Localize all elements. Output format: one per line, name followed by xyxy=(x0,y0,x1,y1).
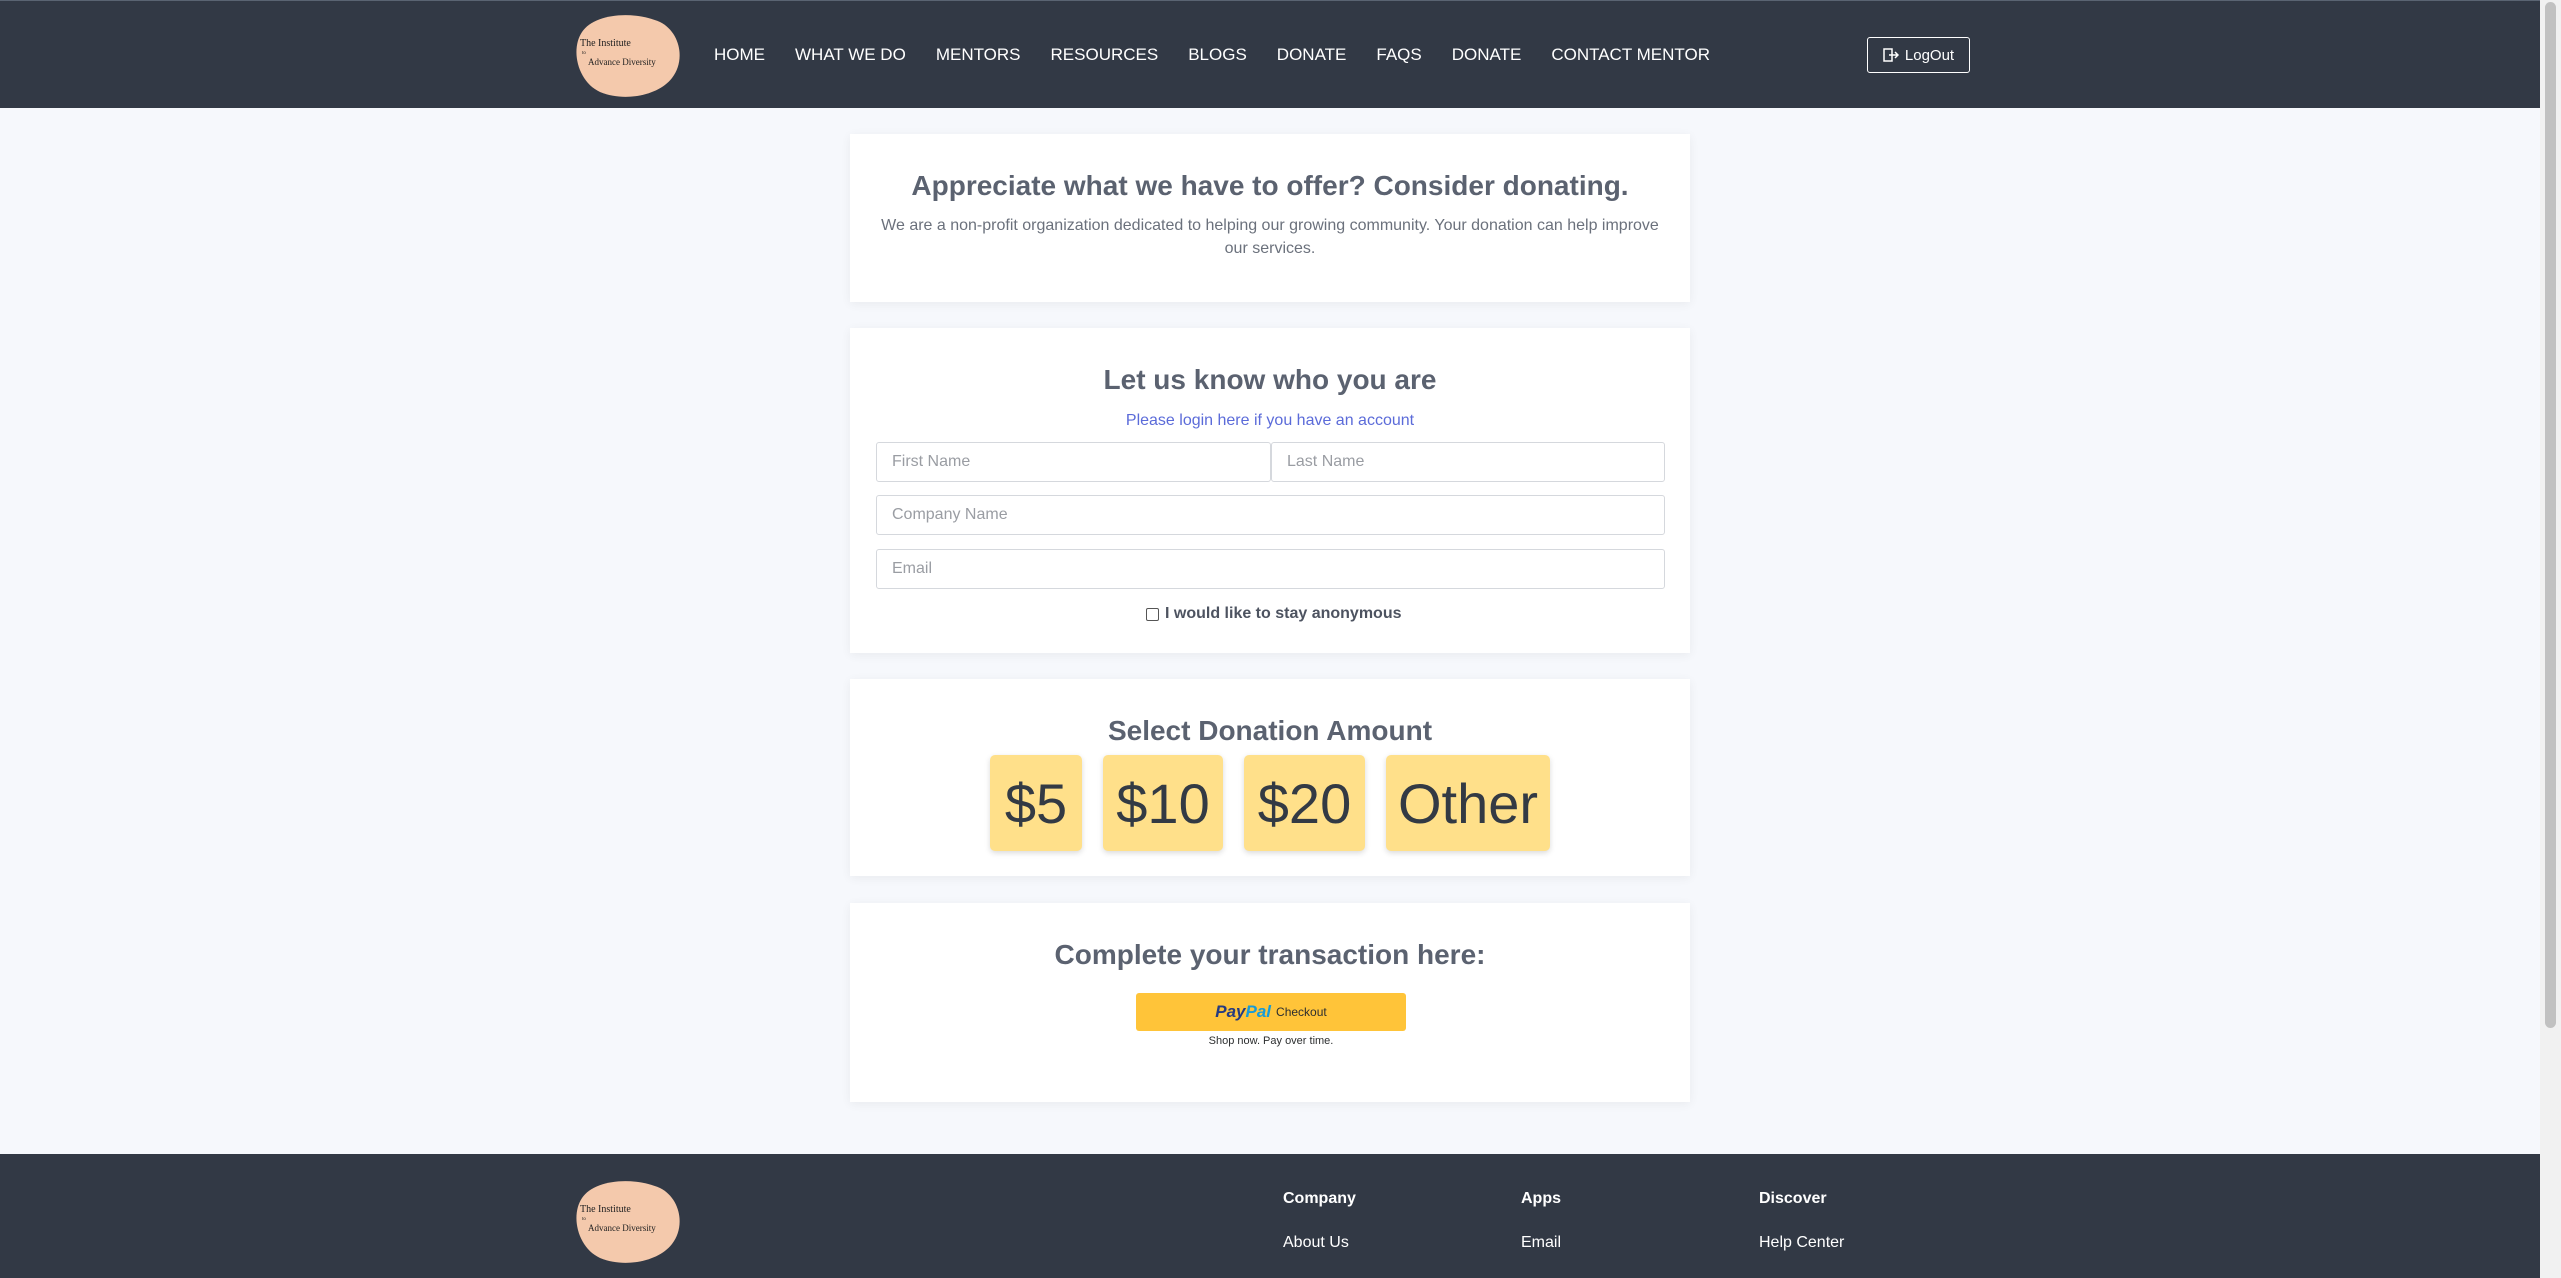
nav-what-we-do[interactable]: WHAT WE DO xyxy=(795,45,906,65)
logout-icon xyxy=(1883,48,1899,62)
footer-link-email[interactable]: Email xyxy=(1521,1234,1561,1252)
site-footer: The Institute to Advance Diversity Compa… xyxy=(0,1154,2540,1278)
transaction-card: Complete your transaction here: PayPal C… xyxy=(850,903,1690,1102)
main-nav: HOME WHAT WE DO MENTORS RESOURCES BLOGS … xyxy=(714,1,1740,109)
company-name-field[interactable] xyxy=(876,495,1665,535)
footer-heading-company: Company xyxy=(1283,1190,1356,1207)
scrollbar-thumb[interactable] xyxy=(2545,2,2556,1028)
logo-text-line1: The Institute xyxy=(580,38,631,49)
nav-mentors[interactable]: MENTORS xyxy=(936,45,1021,65)
logo[interactable]: The Institute to Advance Diversity xyxy=(572,12,684,98)
logout-button[interactable]: LogOut xyxy=(1867,37,1970,73)
nav-contact-mentor[interactable]: CONTACT MENTOR xyxy=(1551,45,1710,65)
nav-home[interactable]: HOME xyxy=(714,45,765,65)
amount-options: $5 $10 $20 Other xyxy=(850,755,1690,851)
paypal-checkout-label: Checkout xyxy=(1276,1005,1327,1019)
amount-10-button[interactable]: $10 xyxy=(1103,755,1223,851)
email-field[interactable] xyxy=(876,549,1665,589)
donation-amount-title: Select Donation Amount xyxy=(1107,715,1433,746)
amount-20-button[interactable]: $20 xyxy=(1244,755,1365,851)
donation-intro-card: Appreciate what we have to offer? Consid… xyxy=(850,134,1690,302)
amount-5-button[interactable]: $5 xyxy=(990,755,1082,851)
footer-logo[interactable]: The Institute to Advance Diversity xyxy=(572,1178,684,1264)
intro-text: We are a non-profit organization dedicat… xyxy=(881,217,1659,257)
last-name-field[interactable] xyxy=(1271,442,1665,482)
donation-amount-card: Select Donation Amount $5 $10 $20 Other xyxy=(850,679,1690,876)
identity-card: Let us know who you are Please login her… xyxy=(850,328,1690,653)
site-header: The Institute to Advance Diversity HOME … xyxy=(0,0,2540,108)
paypal-logo: PayPal xyxy=(1215,1002,1272,1021)
nav-faqs[interactable]: FAQS xyxy=(1376,45,1421,65)
anonymous-option: I would like to stay anonymous xyxy=(1146,605,1401,623)
page-scrollbar[interactable] xyxy=(2540,0,2561,1278)
logo-text-line3: Advance Diversity xyxy=(588,57,656,67)
footer-logo-text-line3: Advance Diversity xyxy=(588,1223,656,1233)
footer-link-help-center[interactable]: Help Center xyxy=(1759,1234,1844,1252)
paypal-tagline: Shop now. Pay over time. xyxy=(1208,1035,1334,1047)
nav-donate[interactable]: DONATE xyxy=(1277,45,1347,65)
footer-column-company: Company About Us xyxy=(1283,1190,1356,1252)
footer-column-apps: Apps Email xyxy=(1521,1190,1561,1252)
nav-blogs[interactable]: BLOGS xyxy=(1188,45,1247,65)
intro-title: Appreciate what we have to offer? Consid… xyxy=(911,170,1629,201)
footer-heading-apps: Apps xyxy=(1521,1190,1561,1207)
footer-heading-discover: Discover xyxy=(1759,1190,1827,1207)
amount-other-button[interactable]: Other xyxy=(1386,755,1550,851)
footer-link-about-us[interactable]: About Us xyxy=(1283,1234,1356,1252)
logout-label: LogOut xyxy=(1904,46,1955,64)
footer-logo-text-line1: The Institute xyxy=(580,1204,631,1215)
transaction-title: Complete your transaction here: xyxy=(1054,939,1486,970)
anonymous-checkbox[interactable] xyxy=(1146,607,1159,621)
identity-title: Let us know who you are xyxy=(1103,364,1437,395)
nav-resources[interactable]: RESOURCES xyxy=(1051,45,1159,65)
anonymous-label: I would like to stay anonymous xyxy=(1165,605,1402,622)
paypal-checkout-button[interactable]: PayPal Checkout xyxy=(1136,993,1406,1031)
footer-logo-text-line2: to xyxy=(582,1217,586,1222)
nav-donate-2[interactable]: DONATE xyxy=(1452,45,1522,65)
first-name-field[interactable] xyxy=(876,442,1271,482)
logo-text-line2: to xyxy=(582,51,586,56)
login-link[interactable]: Please login here if you have an account xyxy=(850,412,1690,430)
footer-column-discover: Discover Help Center xyxy=(1759,1190,1844,1252)
